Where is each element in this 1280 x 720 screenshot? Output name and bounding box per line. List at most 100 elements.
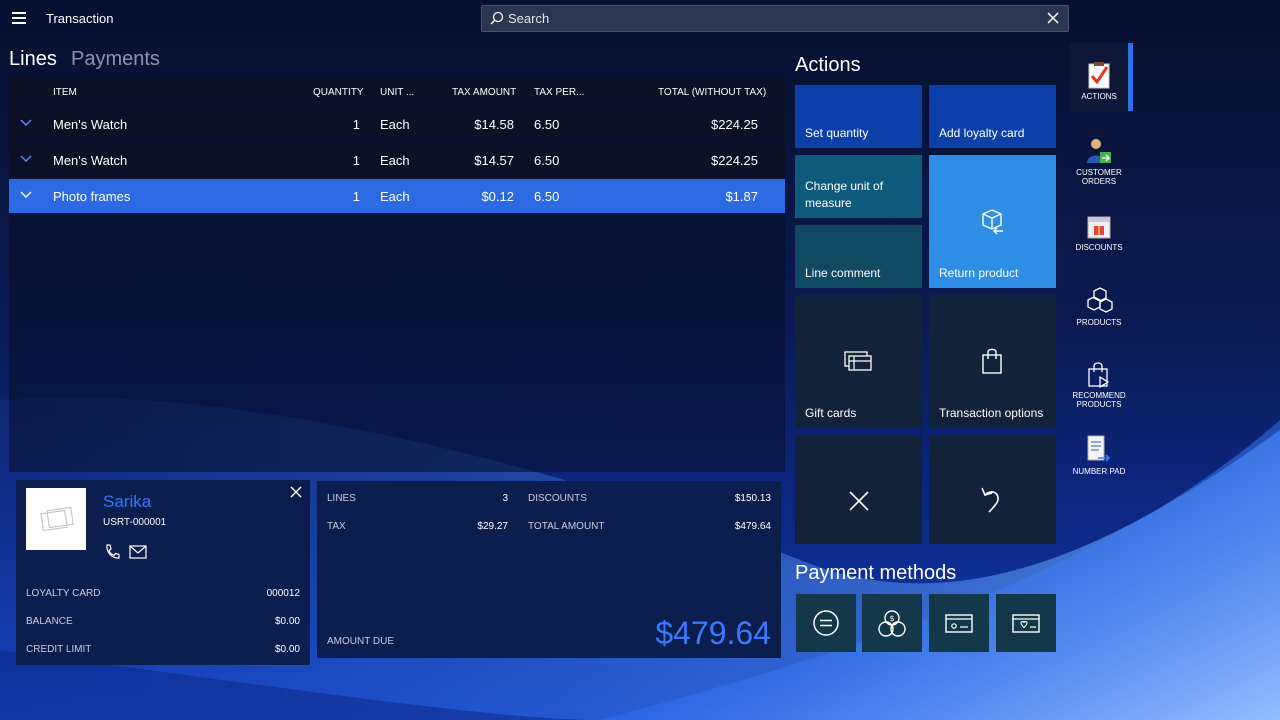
nav-products[interactable]: PRODUCTS <box>1070 287 1128 327</box>
nav-recommend-products-label: RECOMMEND PRODUCTS <box>1072 391 1126 409</box>
payment-methods-title: Payment methods <box>795 562 957 584</box>
column-header-tax-percent[interactable]: TAX PER... <box>534 87 584 98</box>
card-icon <box>945 614 973 633</box>
nav-discounts-label: DISCOUNTS <box>1075 243 1123 252</box>
set-quantity-label: Set quantity <box>805 126 869 140</box>
cell-tax-amount: $14.58 <box>474 117 514 132</box>
balance-label: BALANCE <box>26 616 73 627</box>
void-transaction-button[interactable] <box>795 435 922 544</box>
cell-quantity: 1 <box>352 117 360 132</box>
tab-lines[interactable]: Lines <box>9 48 57 71</box>
lines-label: LINES <box>327 493 356 504</box>
balance-value: $0.00 <box>274 616 300 627</box>
cell-tax-percent: 6.50 <box>534 189 560 204</box>
close-icon[interactable] <box>1046 11 1060 25</box>
gift-cards-button[interactable]: Gift cards <box>795 295 922 428</box>
cell-total: $224.25 <box>711 117 758 132</box>
nav-actions[interactable]: ACTIONS <box>1070 43 1128 111</box>
totals-panel: LINES 3 DISCOUNTS $150.13 TAX $29.27 TOT… <box>317 481 781 658</box>
credit-limit-label: CREDIT LIMIT <box>26 644 92 655</box>
tab-payments[interactable]: Payments <box>71 48 160 71</box>
column-header-total[interactable]: TOTAL (WITHOUT TAX) <box>658 87 766 98</box>
undo-button[interactable] <box>929 435 1056 544</box>
discounts-value: $150.13 <box>734 493 771 504</box>
pay-card-button[interactable] <box>929 594 989 652</box>
top-bar: Transaction <box>0 0 1280 38</box>
gift-card-icon <box>844 351 872 371</box>
cash-icon <box>813 610 839 636</box>
cell-tax-amount: $0.12 <box>481 189 514 204</box>
shopping-bag-icon <box>982 348 1002 374</box>
grid-header: ITEM QUANTITY UNIT ... TAX AMOUNT TAX PE… <box>9 78 785 106</box>
change-unit-of-measure-label: Change unit of measure <box>805 179 884 210</box>
add-loyalty-card-label: Add loyalty card <box>939 126 1025 140</box>
phone-icon[interactable] <box>103 543 121 561</box>
column-header-item[interactable]: ITEM <box>53 87 77 98</box>
cell-total: $1.87 <box>725 189 758 204</box>
nav-customer-orders-label: CUSTOMER ORDERS <box>1076 168 1122 186</box>
cell-item: Men's Watch <box>53 117 128 132</box>
column-header-unit[interactable]: UNIT ... <box>380 87 414 98</box>
customer-id: USRT-000001 <box>103 517 167 528</box>
set-quantity-button[interactable]: Set quantity <box>795 85 922 148</box>
chevron-down-icon[interactable] <box>20 155 32 163</box>
products-icon <box>1087 287 1113 313</box>
discount-icon <box>1087 216 1111 239</box>
gift-cards-label: Gift cards <box>805 406 857 420</box>
total-amount-label: TOTAL AMOUNT <box>528 521 605 532</box>
undo-icon <box>981 487 999 513</box>
nav-customer-orders[interactable]: CUSTOMER ORDERS <box>1070 137 1128 186</box>
cell-unit: Each <box>380 189 410 204</box>
tax-value: $29.27 <box>477 521 508 532</box>
amount-due-label: AMOUNT DUE <box>327 636 395 647</box>
nav-recommend-products[interactable]: RECOMMEND PRODUCTS <box>1070 360 1128 409</box>
chevron-down-icon[interactable] <box>20 191 32 199</box>
currency-icon: $ <box>878 610 906 637</box>
table-row[interactable]: Men's Watch 1 Each $14.57 6.50 $224.25 <box>9 143 785 177</box>
app-title: Transaction <box>46 11 114 26</box>
close-icon[interactable] <box>290 486 302 498</box>
loyalty-card-label: LOYALTY CARD <box>26 588 101 599</box>
loyalty-card-icon <box>1012 614 1040 633</box>
line-comment-button[interactable]: Line comment <box>795 225 922 288</box>
lines-value: 3 <box>502 493 508 504</box>
tax-label: TAX <box>327 521 346 532</box>
cell-tax-percent: 6.50 <box>534 117 560 132</box>
cell-item: Photo frames <box>53 189 131 204</box>
search-box[interactable] <box>481 5 1069 32</box>
transaction-lines-grid: ITEM QUANTITY UNIT ... TAX AMOUNT TAX PE… <box>9 78 785 472</box>
search-input[interactable] <box>508 6 1028 31</box>
line-comment-label: Line comment <box>805 266 881 280</box>
number-pad-icon <box>1087 435 1111 462</box>
search-icon <box>490 11 504 25</box>
table-row-selected[interactable]: Photo frames 1 Each $0.12 6.50 $1.87 <box>9 179 785 213</box>
hamburger-menu-icon[interactable] <box>12 12 26 24</box>
chevron-down-icon[interactable] <box>20 119 32 127</box>
avatar <box>26 488 86 550</box>
nav-number-pad[interactable]: NUMBER PAD <box>1070 434 1128 476</box>
add-loyalty-card-button[interactable]: Add loyalty card <box>929 85 1056 148</box>
return-product-icon <box>982 209 1003 235</box>
pay-loyalty-card-button[interactable] <box>996 594 1056 652</box>
discounts-label: DISCOUNTS <box>528 493 587 504</box>
cell-quantity: 1 <box>352 189 360 204</box>
return-product-button[interactable]: Return product <box>929 155 1056 288</box>
loyalty-card-value: 000012 <box>266 588 300 599</box>
column-header-tax-amount[interactable]: TAX AMOUNT <box>452 87 516 98</box>
pay-cash-button[interactable] <box>796 594 856 652</box>
checklist-icon <box>1088 62 1110 89</box>
nav-actions-label: ACTIONS <box>1081 92 1117 101</box>
svg-text:$: $ <box>889 614 894 623</box>
transaction-options-button[interactable]: Transaction options <box>929 295 1056 428</box>
cell-unit: Each <box>380 153 410 168</box>
customer-name[interactable]: Sarika <box>103 492 151 512</box>
table-row[interactable]: Men's Watch 1 Each $14.58 6.50 $224.25 <box>9 107 785 141</box>
column-header-quantity[interactable]: QUANTITY <box>313 87 364 98</box>
actions-title: Actions <box>795 54 861 76</box>
nav-discounts[interactable]: DISCOUNTS <box>1070 214 1128 252</box>
cell-total: $224.25 <box>711 153 758 168</box>
cell-unit: Each <box>380 117 410 132</box>
pay-currency-button[interactable]: $ <box>862 594 922 652</box>
mail-icon[interactable] <box>129 545 147 559</box>
change-unit-of-measure-button[interactable]: Change unit of measure <box>795 155 922 218</box>
